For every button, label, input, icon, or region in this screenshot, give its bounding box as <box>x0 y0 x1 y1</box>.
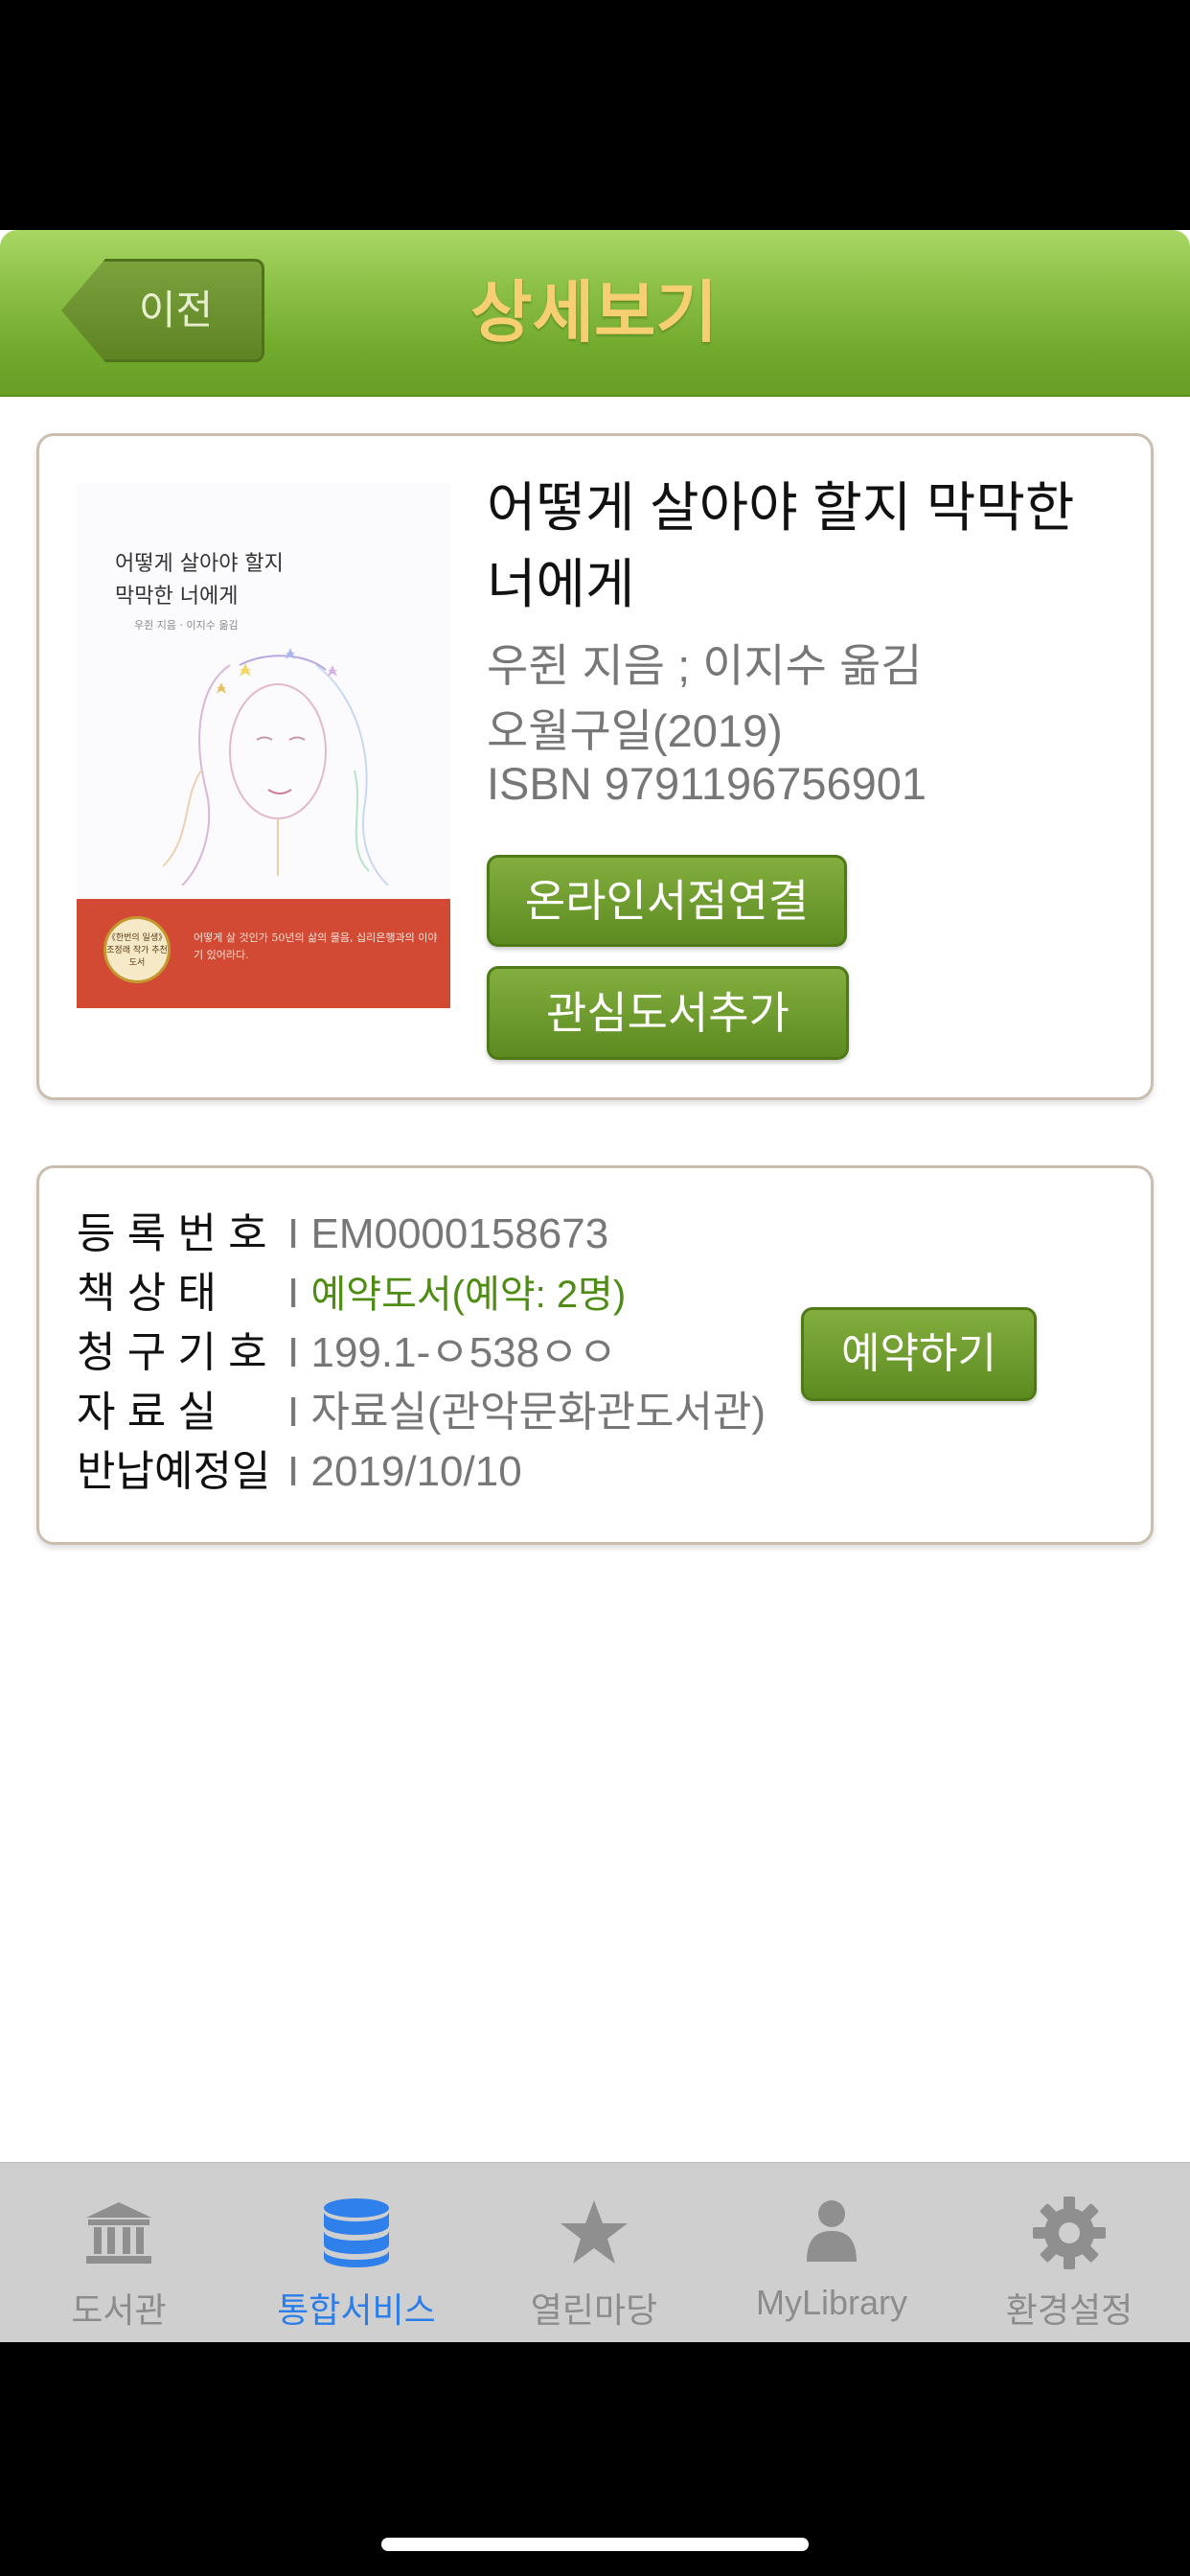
cover-illustration <box>162 648 389 886</box>
tab-mylibrary[interactable]: MyLibrary <box>713 2174 950 2336</box>
tab-library[interactable]: 도서관 <box>0 2174 238 2336</box>
cover-badge: 《한번의 일생》 조정래 작가 추천도서 <box>103 916 171 983</box>
cover-title: 어떻게 살아야 할지 막막한 너에게 <box>115 548 422 613</box>
row-value: EM0000158673 <box>310 1210 609 1257</box>
home-indicator[interactable] <box>381 2538 809 2551</box>
page-title: 상세보기 <box>470 273 718 352</box>
screen: 이전 상세보기 어떻게 살아야 할지 막막한 너에게 우쥔 지음 · 이지수 옮… <box>0 0 1190 2576</box>
row-value: 199.1-ㅇ538ㅇㅇ <box>310 1329 618 1376</box>
gear-icon <box>1033 2196 1106 2269</box>
star-icon <box>561 2200 628 2264</box>
book-author: 우쥔 지음 ; 이지수 옮김 <box>487 640 923 691</box>
holding-row-due-date: 반납예정일 I 2019/10/10 <box>77 1443 522 1501</box>
row-label: 반납예정일 <box>77 1448 271 1495</box>
tab-label: 환경설정 <box>1005 2290 1133 2330</box>
row-label: 등 록 번 호 <box>77 1210 267 1257</box>
cover-title-line1: 어떻게 살아야 할지 <box>115 552 284 576</box>
tab-label: 도서관 <box>71 2290 167 2330</box>
tab-label: 열린마당 <box>530 2290 658 2330</box>
holding-row-location: 자 료 실 I 자료실(관악문화관도서관) <box>77 1384 766 1441</box>
library-icon <box>86 2202 151 2264</box>
reserve-button[interactable]: 예약하기 <box>801 1307 1037 1401</box>
row-separator: I <box>287 1389 300 1436</box>
status-value: 예약도서(예약: 2명) <box>310 1274 627 1316</box>
book-isbn: ISBN 9791196756901 <box>487 758 927 809</box>
tab-label: MyLibrary <box>755 2283 908 2322</box>
tab-label: 통합서비스 <box>277 2290 436 2330</box>
row-label: 자 료 실 <box>77 1389 217 1436</box>
book-publisher: 오월구일(2019) <box>487 705 783 756</box>
online-bookstore-button[interactable]: 온라인서점연결 <box>487 855 847 947</box>
tab-open-forum[interactable]: 열린마당 <box>475 2174 713 2336</box>
cover-band-text: 어떻게 살 것인가 50년의 삶의 물음, 십리은행과의 이야기 있어라다. <box>194 932 438 961</box>
add-interest-book-button[interactable]: 관심도서추가 <box>487 966 849 1060</box>
row-label: 책 상 태 <box>77 1270 217 1317</box>
tab-settings[interactable]: 환경설정 <box>950 2174 1188 2336</box>
row-separator: I <box>287 1329 300 1376</box>
row-value: 자료실(관악문화관도서관) <box>310 1389 767 1436</box>
person-icon <box>807 2200 857 2262</box>
row-value: 2019/10/10 <box>310 1448 522 1495</box>
tab-integrated-service[interactable]: 통합서비스 <box>238 2174 475 2336</box>
book-title: 어떻게 살아야 할지 막막한 너에게 <box>487 477 1075 614</box>
row-separator: I <box>287 1448 300 1495</box>
cover-title-line2: 막막한 너에게 <box>115 585 239 609</box>
database-icon <box>324 2198 389 2267</box>
holding-row-status: 책 상 태 I 예약도서(예약: 2명) <box>77 1265 626 1322</box>
row-separator: I <box>287 1270 300 1317</box>
book-cover-image: 어떻게 살아야 할지 막막한 너에게 우쥔 지음 · 이지수 옮김 《한번의 일… <box>77 483 450 1008</box>
holding-row-registration: 등 록 번 호 I EM0000158673 <box>77 1206 608 1263</box>
row-label: 청 구 기 호 <box>77 1329 267 1376</box>
holding-row-call-number: 청 구 기 호 I 199.1-ㅇ538ㅇㅇ <box>77 1324 617 1382</box>
row-separator: I <box>287 1210 300 1257</box>
